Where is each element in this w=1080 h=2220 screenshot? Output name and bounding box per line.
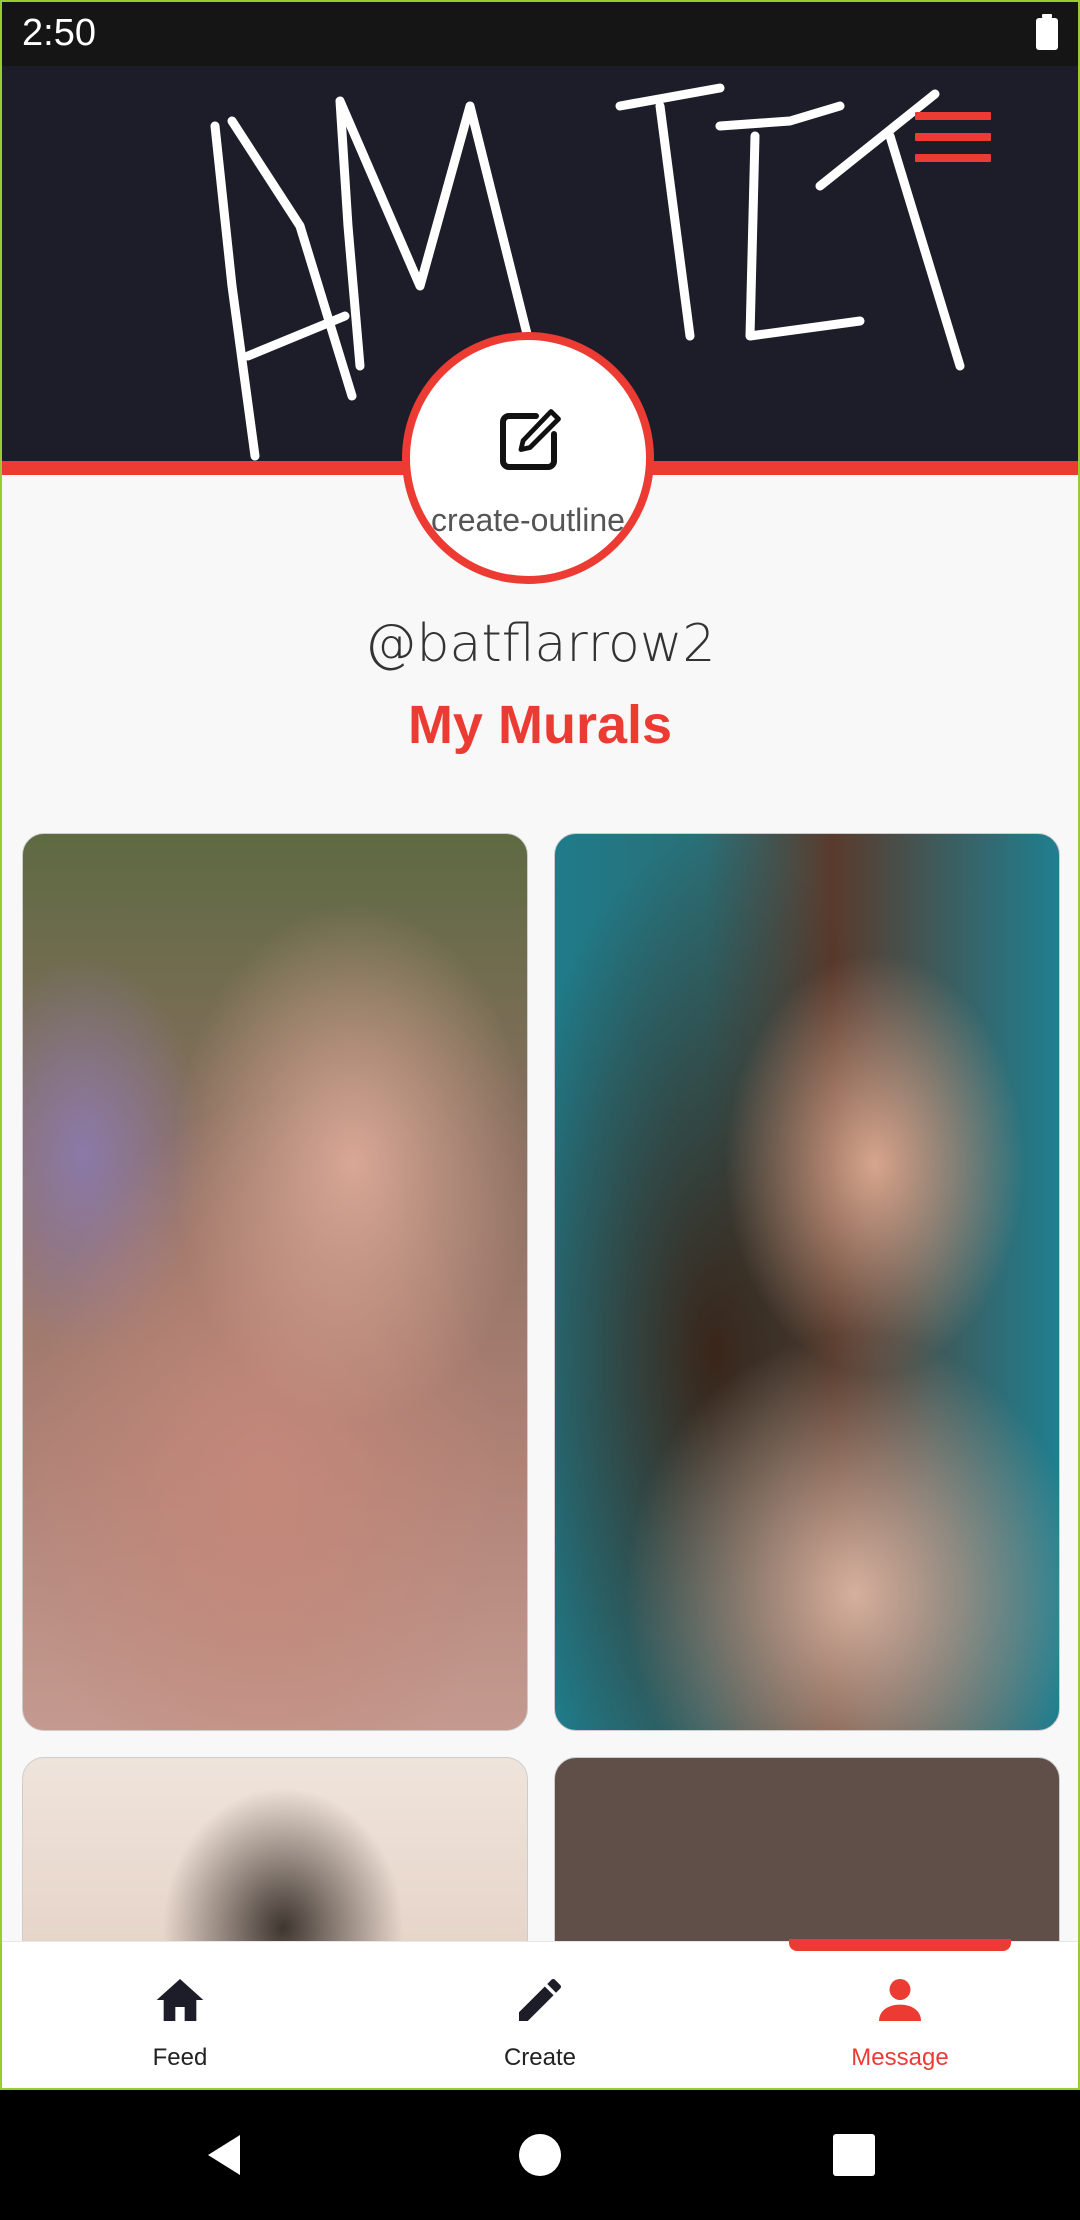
- hamburger-menu-icon[interactable]: [915, 112, 991, 164]
- status-time: 2:50: [22, 12, 96, 54]
- section-title: My Murals: [407, 695, 673, 755]
- recents-icon[interactable]: [829, 2130, 879, 2180]
- person-icon: [879, 1979, 921, 2021]
- nav-active-indicator: [789, 1939, 1011, 1951]
- nav-item-feed[interactable]: Feed: [0, 1942, 360, 2087]
- nav-label-feed: Feed: [152, 2044, 208, 2071]
- nav-label-create: Create: [503, 2044, 577, 2071]
- nav-label-message: Message: [851, 2044, 949, 2071]
- mural-card[interactable]: [22, 833, 528, 1731]
- username: @batflarrow2: [364, 614, 716, 674]
- pencil-icon: [519, 1978, 562, 2021]
- home-icon: [156, 1979, 204, 2021]
- battery-icon: [1036, 14, 1058, 50]
- nav-item-create[interactable]: Create: [360, 1942, 720, 2087]
- nav-item-message[interactable]: Message: [720, 1942, 1080, 2087]
- mural-card[interactable]: [554, 833, 1060, 1731]
- bottom-nav: Feed Create Message: [0, 1941, 1080, 2087]
- back-icon[interactable]: [200, 2130, 250, 2180]
- system-nav-bar: [0, 2090, 1080, 2220]
- avatar-label: create-outline: [431, 502, 625, 538]
- home-circle-icon[interactable]: [515, 2130, 565, 2180]
- create-outline-icon: [500, 409, 561, 470]
- profile-avatar-button[interactable]: create-outline: [402, 332, 654, 584]
- status-bar: 2:50: [0, 0, 1080, 66]
